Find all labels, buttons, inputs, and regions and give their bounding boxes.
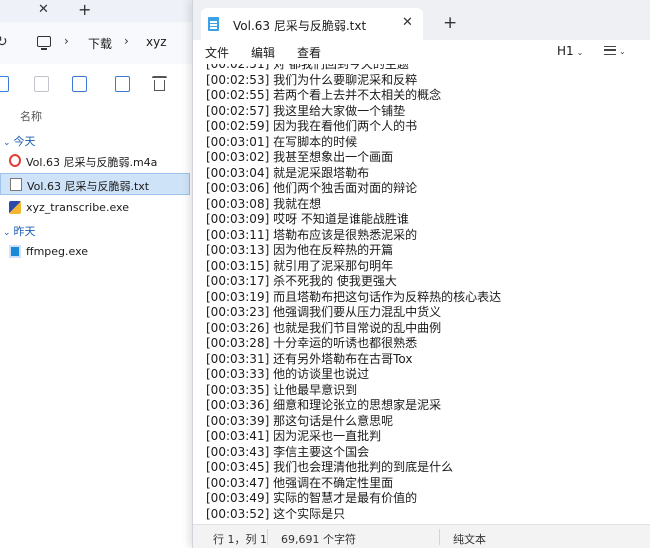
transcript-line: [00:03:45] 我们也会理清他批判的到底是什么 bbox=[206, 460, 454, 474]
character-count: 69,691 个字符 bbox=[281, 533, 356, 546]
group-header-today[interactable]: ⌄ 今天 bbox=[3, 133, 36, 149]
transcript-line: [00:03:08] 我就在想 bbox=[206, 196, 322, 211]
transcript-line: [00:03:19] 而且塔勒布把这句话作为反粹热的核心表达 bbox=[206, 289, 502, 304]
delete-icon[interactable] bbox=[152, 76, 167, 91]
exe-file-icon bbox=[9, 201, 21, 214]
transcript-line: [00:03:06] 他们两个独舌面对面的辩论 bbox=[206, 181, 418, 195]
breadcrumb-xyz[interactable]: xyz bbox=[146, 35, 167, 49]
new-tab-icon[interactable]: + bbox=[78, 0, 91, 19]
transcript-line: [00:03:01] 在写脚本的时候 bbox=[206, 134, 358, 149]
notepad-tab-bar: Vol.63 尼采与反脆弱.txt ✕ + bbox=[193, 0, 650, 40]
transcript-line: [00:02:55] 若两个看上去并不太相关的概念 bbox=[206, 88, 442, 102]
transcript-line: [00:02:53] 我们为什么要聊泥采和反粹 bbox=[206, 72, 418, 87]
menu-file[interactable]: 文件 bbox=[205, 44, 229, 61]
transcript-line: [00:02:51] 对 都我们回到今天的主题 bbox=[206, 64, 409, 71]
breadcrumb-chevron-icon[interactable]: › bbox=[124, 34, 129, 48]
rename-icon[interactable] bbox=[72, 76, 87, 92]
cut-icon[interactable] bbox=[0, 76, 9, 92]
transcript-line: [00:03:41] 因为泥采也一直批判 bbox=[206, 429, 382, 443]
group-header-yesterday[interactable]: ⌄ 昨天 bbox=[3, 223, 36, 239]
breadcrumb-chevron-icon[interactable]: › bbox=[64, 34, 69, 48]
chevron-down-icon: ⌄ bbox=[3, 228, 11, 238]
text-editor-area[interactable]: [00:02:51] 对 都我们回到今天的主题 [00:02:53] 我们为什么… bbox=[193, 64, 650, 524]
transcript-line: [00:03:23] 他强调我们要从压力混乱中货义 bbox=[206, 305, 442, 319]
text-format: 纯文本 bbox=[453, 533, 486, 546]
transcript-line: [00:03:49] 实际的智慧才是最有价值的 bbox=[206, 491, 418, 505]
transcript-line: [00:03:33] 他的访谈里也说过 bbox=[206, 367, 370, 381]
heading-dropdown[interactable]: H1 ⌄ bbox=[557, 44, 583, 58]
file-item[interactable]: xyz_transcribe.exe bbox=[0, 197, 190, 219]
exe-file-icon bbox=[9, 245, 21, 258]
close-tab-icon[interactable]: ✕ bbox=[402, 15, 413, 30]
explorer-toolbar bbox=[0, 64, 200, 104]
file-explorer-window: ✕ + ↻ › 下载 › xyz 名称 ⌄ 今天 Vol.63 尼采与反脆弱.m4… bbox=[0, 0, 200, 548]
name-column-header[interactable]: 名称 bbox=[20, 108, 42, 124]
notepad-window: Vol.63 尼采与反脆弱.txt ✕ + 文件 编辑 查看 H1 ⌄ ⌄ [00… bbox=[192, 0, 650, 548]
transcript-line: [00:03:26] 也就是我们节目常说的乱中曲例 bbox=[206, 320, 442, 335]
breadcrumb-downloads[interactable]: 下载 bbox=[88, 35, 112, 52]
this-pc-icon[interactable] bbox=[37, 36, 51, 50]
chevron-down-icon: ⌄ bbox=[576, 48, 584, 57]
transcript-line: [00:03:15] 就引用了泥采那句明年 bbox=[206, 258, 394, 273]
transcript-line: [00:03:28] 十分幸运的听诱也都很熟悉 bbox=[206, 336, 418, 350]
file-name: ffmpeg.exe bbox=[26, 245, 89, 258]
transcript-line: [00:03:39] 那这句话是什么意思呢 bbox=[206, 413, 394, 428]
new-tab-icon[interactable]: + bbox=[443, 15, 457, 32]
text-file-icon bbox=[10, 178, 22, 191]
audio-file-icon bbox=[9, 154, 21, 167]
transcript-line: [00:03:02] 我甚至想象出一个画面 bbox=[206, 150, 394, 164]
transcript-line: [00:03:43] 李信主要这个国会 bbox=[206, 444, 370, 459]
menu-edit[interactable]: 编辑 bbox=[251, 44, 275, 61]
close-tab-icon[interactable]: ✕ bbox=[38, 2, 49, 17]
chevron-down-icon: ⌄ bbox=[619, 47, 626, 56]
transcript-line: [00:03:04] 就是泥采跟塔勒布 bbox=[206, 165, 370, 180]
transcript-line: [00:03:36] 细意和理论张立的思想家是泥采 bbox=[206, 398, 442, 412]
list-icon bbox=[604, 46, 616, 55]
transcript-line: [00:02:57] 我这里给大家做一个铺垫 bbox=[206, 103, 406, 118]
file-name: Vol.63 尼采与反脆弱.txt bbox=[27, 180, 150, 193]
file-name: Vol.63 尼采与反脆弱.m4a bbox=[26, 156, 158, 169]
refresh-icon[interactable]: ↻ bbox=[0, 34, 8, 50]
tab-title: Vol.63 尼采与反脆弱.txt bbox=[233, 19, 367, 33]
transcript-line: [00:03:11] 塔勒布应该是很熟悉泥采的 bbox=[206, 227, 418, 242]
transcript-line: [00:02:59] 因为我在看他们两个人的书 bbox=[206, 119, 418, 133]
transcript-line: [00:03:52] 这个实际是只 bbox=[206, 506, 346, 521]
menu-bar: 文件 编辑 查看 H1 ⌄ ⌄ bbox=[193, 40, 650, 64]
file-item-selected[interactable]: Vol.63 尼采与反脆弱.txt bbox=[0, 173, 190, 195]
transcript-line: [00:03:17] 杀不死我的 使我更强大 bbox=[206, 274, 397, 288]
cursor-position: 行 1，列 1 bbox=[213, 533, 267, 546]
file-name: xyz_transcribe.exe bbox=[26, 201, 129, 214]
explorer-tab-bar: ✕ + bbox=[0, 0, 200, 22]
menu-view[interactable]: 查看 bbox=[297, 44, 321, 61]
transcript-line: [00:03:47] 他强调在不确定性里面 bbox=[206, 475, 394, 490]
status-divider bbox=[439, 529, 440, 545]
status-bar: 行 1，列 1 69,691 个字符 纯文本 bbox=[193, 524, 650, 548]
transcript-lines: [00:02:51] 对 都我们回到今天的主题 [00:02:53] 我们为什么… bbox=[206, 64, 501, 522]
chevron-down-icon: ⌄ bbox=[3, 138, 11, 148]
copy-icon[interactable] bbox=[34, 76, 49, 92]
list-dropdown[interactable]: ⌄ bbox=[604, 43, 626, 57]
transcript-line: [00:03:09] 哎呀 不知道是谁能战胜谁 bbox=[206, 212, 409, 226]
heading-label: H1 bbox=[557, 44, 574, 58]
notepad-icon bbox=[208, 17, 219, 31]
share-icon[interactable] bbox=[115, 76, 130, 92]
notepad-active-tab[interactable]: Vol.63 尼采与反脆弱.txt ✕ bbox=[201, 8, 423, 40]
address-bar: ↻ › 下载 › xyz bbox=[0, 22, 200, 64]
transcript-line: [00:03:13] 因为他在反粹热的开篇 bbox=[206, 243, 394, 257]
status-divider bbox=[267, 529, 268, 545]
transcript-line: [00:03:35] 让他最早意识到 bbox=[206, 382, 358, 397]
transcript-line: [00:03:31] 还有另外塔勒布在古哥Tox bbox=[206, 351, 413, 366]
file-item[interactable]: ffmpeg.exe bbox=[0, 241, 190, 263]
file-item[interactable]: Vol.63 尼采与反脆弱.m4a bbox=[0, 150, 190, 172]
